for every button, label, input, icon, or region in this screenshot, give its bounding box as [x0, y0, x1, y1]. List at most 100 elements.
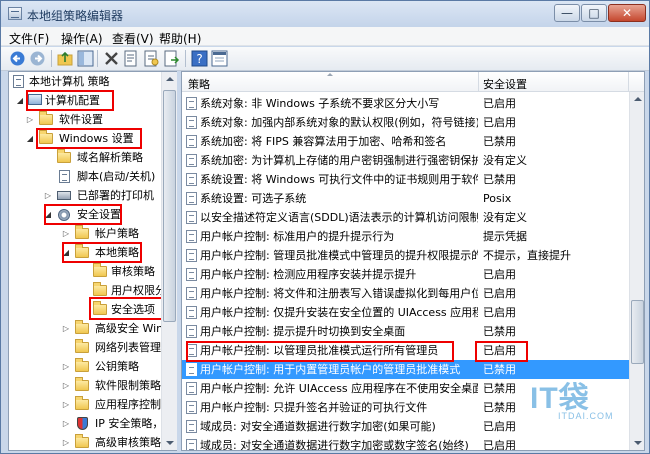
tree-item-ip-security[interactable]: ▷ IP 安全策略，在 [9, 414, 162, 433]
menu-action[interactable]: 操作(A) [61, 30, 103, 47]
table-row[interactable]: 系统加密: 为计算机上存储的用户密钥强制进行强密钥保护 没有定义 [182, 151, 630, 170]
help-icon[interactable]: ? [191, 50, 208, 67]
table-row[interactable]: 用户帐户控制: 检测应用程序安装并提示提升 已启用 [182, 265, 630, 284]
app-icon [8, 7, 22, 20]
tree-item-local-policies[interactable]: ◢ 本地策略 [9, 243, 162, 262]
scroll-up-arrow-icon[interactable] [166, 77, 174, 81]
tree-item-app-control[interactable]: ▷ 应用程序控制策 [9, 395, 162, 414]
table-row[interactable]: 系统设置: 可选子系统 Posix [182, 189, 630, 208]
tree-item-label: 软件限制策略 [95, 379, 161, 392]
policy-item-icon [186, 439, 197, 450]
column-separator[interactable] [628, 72, 629, 92]
tree-item-software-restriction[interactable]: ▷ 软件限制策略 [9, 376, 162, 395]
collapse-arrow-icon[interactable]: ◢ [15, 91, 25, 110]
tree-item-local-policy[interactable]: 本地计算机 策略 [9, 72, 162, 91]
expand-arrow-icon[interactable]: ▷ [61, 414, 71, 433]
tree-item-security-options[interactable]: 安全选项 [9, 300, 162, 319]
policy-item-icon [186, 382, 197, 395]
scrollbar-thumb[interactable] [163, 90, 176, 322]
console-tree[interactable]: 本地计算机 策略 ◢ 计算机配置 ▷ 软件设置 ◢ Windows 设置 域名解… [8, 71, 177, 451]
table-row[interactable]: 系统对象: 非 Windows 子系统不要求区分大小写 已启用 [182, 94, 630, 113]
collapse-arrow-icon[interactable]: ◢ [61, 243, 71, 262]
expand-arrow-icon[interactable]: ▷ [61, 433, 71, 452]
export-icon[interactable] [163, 50, 180, 67]
tree-item-audit-policy[interactable]: 审核策略 [9, 262, 162, 281]
table-row[interactable]: 用户帐户控制: 管理员批准模式中管理员的提升权限提示的... 不提示，直接提升 [182, 246, 630, 265]
expand-arrow-icon[interactable]: ▷ [25, 110, 35, 129]
menu-file[interactable]: 文件(F) [9, 30, 49, 47]
tree-item-label: IP 安全策略，在 [95, 417, 162, 430]
table-row[interactable]: 以安全描述符定义语言(SDDL)语法表示的计算机访问限制 没有定义 [182, 208, 630, 227]
tree-item-name-resolution[interactable]: 域名解析策略 [9, 148, 162, 167]
tree-item-account-policies[interactable]: ▷ 帐户策略 [9, 224, 162, 243]
toolbar: ? [1, 47, 649, 71]
tree-vertical-scrollbar[interactable] [161, 72, 177, 450]
table-row[interactable]: 用户帐户控制: 以管理员批准模式运行所有管理员 已启用 [182, 341, 630, 360]
tree-item-label: 已部署的打印机 [77, 189, 154, 202]
security-setting-value: 已禁用 [483, 325, 516, 338]
tree-item-scripts[interactable]: 脚本(启动/关机) [9, 167, 162, 186]
maximize-button[interactable]: □ [581, 4, 607, 22]
tree-item-network-list[interactable]: 网络列表管理器 [9, 338, 162, 357]
tree-item-computer-config[interactable]: ◢ 计算机配置 [9, 91, 162, 110]
minimize-button[interactable]: — [554, 4, 580, 22]
table-row[interactable]: 用户帐户控制: 仅提升安装在安全位置的 UIAccess 应用程序 已启用 [182, 303, 630, 322]
expand-arrow-icon[interactable]: ▷ [61, 357, 71, 376]
policy-item-icon [186, 97, 197, 110]
scrollbar-thumb[interactable] [631, 300, 644, 364]
scroll-up-arrow-icon[interactable] [634, 97, 642, 101]
svg-text:?: ? [196, 52, 202, 66]
policy-item-icon [186, 306, 197, 319]
menu-help[interactable]: 帮助(H) [159, 30, 201, 47]
tree-item-windows-settings[interactable]: ◢ Windows 设置 [9, 129, 162, 148]
folder-icon [93, 263, 107, 277]
tree-item-public-key[interactable]: ▷ 公钥策略 [9, 357, 162, 376]
list-vertical-scrollbar[interactable] [629, 92, 644, 450]
collapse-arrow-icon[interactable]: ◢ [25, 129, 35, 148]
tree-item-software-settings[interactable]: ▷ 软件设置 [9, 110, 162, 129]
console-icon[interactable] [211, 50, 228, 67]
tree-item-user-rights[interactable]: 用户权限分 [9, 281, 166, 300]
menu-view[interactable]: 查看(V) [112, 30, 154, 47]
forward-arrow-icon[interactable] [29, 50, 46, 67]
toolbar-separator [51, 50, 52, 67]
properties-icon[interactable] [123, 50, 140, 67]
tree-item-advanced-audit[interactable]: ▷ 高级审核策略 [9, 433, 162, 452]
column-header-policy[interactable]: 策略 [188, 76, 210, 92]
policy-name: 用户帐户控制: 将文件和注册表写入错误虚拟化到每用户位置 [200, 287, 478, 300]
expand-arrow-icon[interactable]: ▷ [43, 186, 53, 205]
table-row[interactable]: 系统设置: 将 Windows 可执行文件中的证书规则用于软件... 已禁用 [182, 170, 630, 189]
show-hide-tree-icon[interactable] [77, 50, 94, 67]
folder-icon [75, 320, 89, 334]
scroll-down-arrow-icon[interactable] [634, 441, 642, 445]
expand-arrow-icon[interactable]: ▷ [61, 319, 71, 338]
security-setting-value: 已启用 [483, 116, 516, 129]
refresh-icon[interactable] [143, 50, 160, 67]
tree-item-security-settings[interactable]: ◢ 安全设置 [9, 205, 162, 224]
title-bar[interactable]: 本地组策略编辑器 — □ ✕ [1, 1, 649, 27]
table-row[interactable]: 系统加密: 将 FIPS 兼容算法用于加密、哈希和签名 已禁用 [182, 132, 630, 151]
column-header-setting[interactable]: 安全设置 [483, 76, 527, 92]
policy-icon [13, 75, 24, 88]
table-row[interactable]: 用户帐户控制: 将文件和注册表写入错误虚拟化到每用户位置 已启用 [182, 284, 630, 303]
expand-arrow-icon[interactable]: ▷ [61, 395, 71, 414]
table-row[interactable]: 用户帐户控制: 标准用户的提升提示行为 提示凭据 [182, 227, 630, 246]
tree-item-label: 安全选项 [111, 303, 155, 316]
delete-icon[interactable] [103, 50, 120, 67]
folder-icon [75, 339, 89, 353]
close-button[interactable]: ✕ [608, 4, 646, 22]
up-folder-icon[interactable] [57, 50, 74, 67]
collapse-arrow-icon[interactable]: ◢ [43, 205, 53, 224]
back-arrow-icon[interactable] [9, 50, 26, 67]
policy-name: 系统加密: 为计算机上存储的用户密钥强制进行强密钥保护 [200, 154, 478, 167]
tree-item-label: Windows 设置 [59, 132, 134, 145]
tree-item-printers[interactable]: ▷ 已部署的打印机 [9, 186, 162, 205]
tree-item-advanced-firewall[interactable]: ▷ 高级安全 Wind [9, 319, 162, 338]
column-separator[interactable] [478, 72, 479, 92]
scroll-down-arrow-icon[interactable] [166, 441, 174, 445]
table-row[interactable]: 系统对象: 加强内部系统对象的默认权限(例如，符号链接) 已启用 [182, 113, 630, 132]
table-row[interactable]: 用户帐户控制: 提示提升时切换到安全桌面 已禁用 [182, 322, 630, 341]
expand-arrow-icon[interactable]: ▷ [61, 224, 71, 243]
table-row[interactable]: 域成员: 对安全通道数据进行数字加密或数字签名(始终) 已启用 [182, 436, 630, 450]
expand-arrow-icon[interactable]: ▷ [61, 376, 71, 395]
